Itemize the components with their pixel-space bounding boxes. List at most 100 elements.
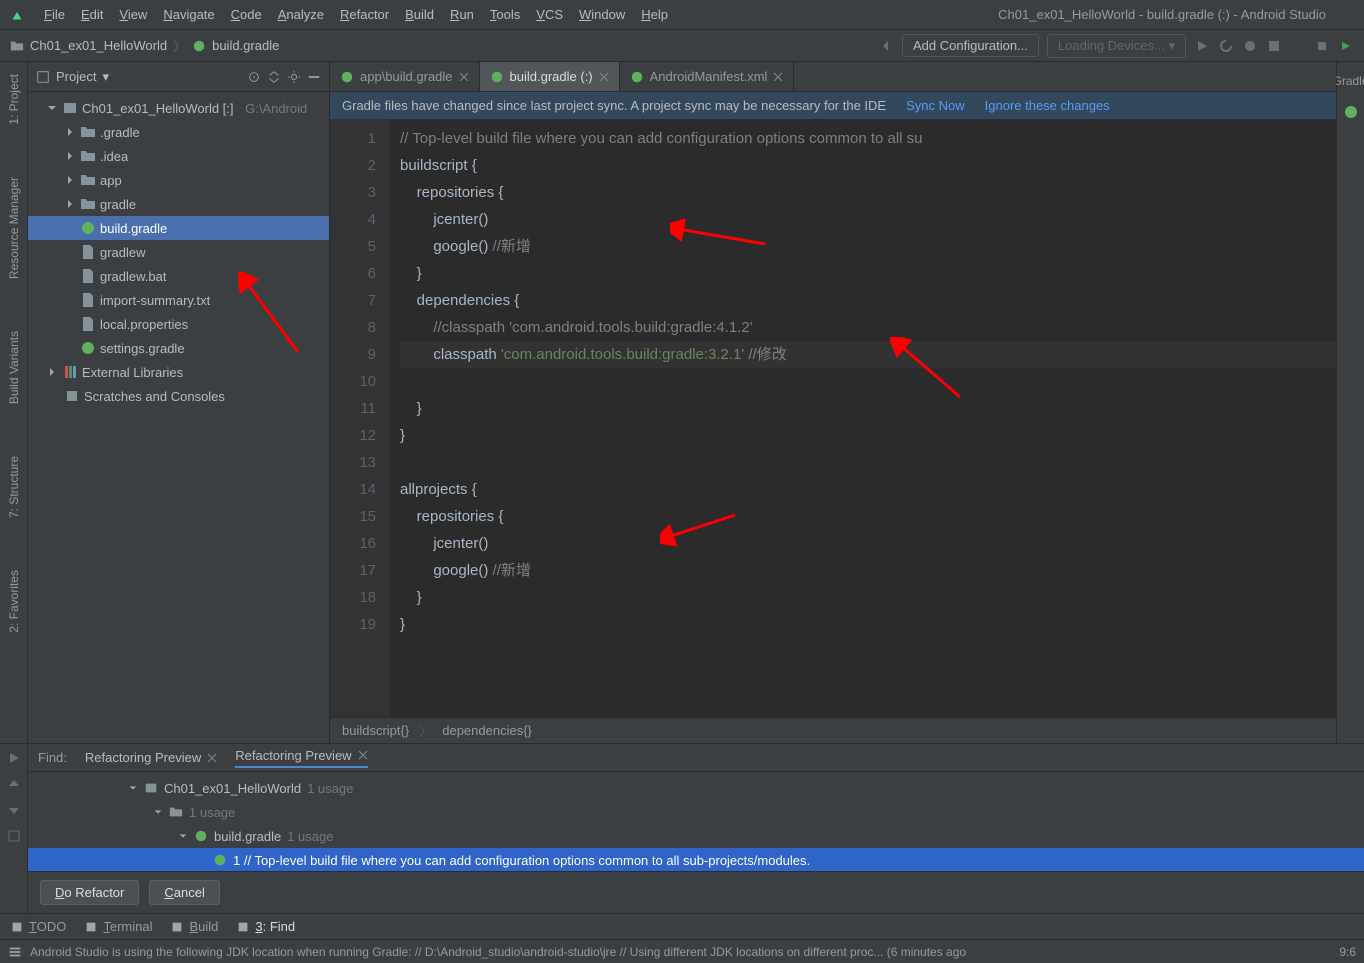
code-line[interactable]: } — [400, 265, 422, 282]
menu-file[interactable]: File — [36, 3, 73, 26]
tree-folder-.gradle[interactable]: .gradle — [28, 120, 329, 144]
tree-file-local-properties[interactable]: local.properties — [28, 312, 329, 336]
menu-window[interactable]: Window — [571, 3, 633, 26]
export-icon[interactable] — [6, 828, 22, 844]
editor-tab[interactable]: AndroidManifest.xml — [620, 62, 795, 91]
profile-icon[interactable] — [1266, 38, 1282, 54]
gutter[interactable]: 12345678910111213141516171819 — [330, 119, 390, 717]
code-line[interactable]: jcenter() — [400, 211, 488, 228]
code-text[interactable]: // Top-level build file where you can ad… — [390, 119, 1336, 717]
editor-tab[interactable]: app\build.gradle — [330, 62, 480, 91]
up-icon[interactable] — [6, 776, 22, 792]
code-line[interactable]: repositories { — [400, 184, 503, 201]
find-result-tab[interactable]: Refactoring Preview — [235, 748, 367, 768]
result-match[interactable]: 1 // Top-level build file where you can … — [28, 848, 1364, 871]
code-line[interactable]: repositories { — [400, 508, 503, 525]
tree-root[interactable]: Ch01_ex01_HelloWorld [:] G:\Android — [28, 96, 329, 120]
tree-file-settings-gradle[interactable]: settings.gradle — [28, 336, 329, 360]
tool-tab-project[interactable]: 1: Project — [7, 68, 21, 131]
status-icon[interactable] — [8, 945, 22, 959]
tree-file-import-summary-txt[interactable]: import-summary.txt — [28, 288, 329, 312]
menu-navigate[interactable]: Navigate — [155, 3, 222, 26]
tree-folder-gradle[interactable]: gradle — [28, 192, 329, 216]
code-line[interactable]: allprojects { — [400, 481, 477, 498]
expand-all-icon[interactable] — [267, 70, 281, 84]
code-line[interactable]: google() //新增 — [400, 562, 531, 579]
code-line[interactable]: //classpath 'com.android.tools.build:gra… — [400, 319, 753, 336]
caret-position[interactable]: 9:6 — [1339, 945, 1356, 959]
menu-refactor[interactable]: Refactor — [332, 3, 397, 26]
code-line[interactable]: buildscript { — [400, 157, 477, 174]
gradle-icon[interactable] — [1343, 104, 1359, 120]
tree-file-build-gradle[interactable]: build.gradle — [28, 216, 329, 240]
apply-changes-icon[interactable] — [1218, 38, 1234, 54]
sync-now-link[interactable]: Sync Now — [906, 98, 965, 113]
close-icon[interactable] — [599, 72, 609, 82]
attach-debugger-icon[interactable] — [1290, 38, 1306, 54]
result-dir[interactable]: 1 usage — [28, 800, 1364, 824]
tool-tab-structure[interactable]: 7: Structure — [7, 450, 21, 524]
code-line[interactable]: } — [400, 427, 405, 444]
sync-gradle-icon[interactable] — [1338, 38, 1354, 54]
menu-vcs[interactable]: VCS — [528, 3, 571, 26]
tree-folder-.idea[interactable]: .idea — [28, 144, 329, 168]
menu-build[interactable]: Build — [397, 3, 442, 26]
do-refactor-button[interactable]: DDo Refactoro Refactor — [40, 880, 139, 905]
tree-scratches[interactable]: Scratches and Consoles — [28, 384, 329, 408]
close-icon[interactable] — [358, 750, 368, 760]
tree-folder-app[interactable]: app — [28, 168, 329, 192]
tree-file-gradlew-bat[interactable]: gradlew.bat — [28, 264, 329, 288]
bottom-tab-todo[interactable]: TODO — [10, 919, 66, 934]
find-result-tab[interactable]: Refactoring Preview — [85, 748, 217, 768]
device-selector-combo[interactable]: Loading Devices... ▾ — [1047, 34, 1186, 58]
menu-code[interactable]: Code — [223, 3, 270, 26]
code-line[interactable]: dependencies { — [400, 292, 519, 309]
locate-icon[interactable] — [247, 70, 261, 84]
refactor-results-tree[interactable]: Ch01_ex01_HelloWorld 1 usage 1 usage bui… — [28, 772, 1364, 871]
ignore-changes-link[interactable]: Ignore these changes — [985, 98, 1110, 113]
code-line[interactable]: } — [400, 400, 422, 417]
dropdown-icon[interactable]: ▾ — [102, 69, 109, 85]
project-tree[interactable]: Ch01_ex01_HelloWorld [:] G:\Android .gra… — [28, 92, 329, 743]
close-icon[interactable] — [459, 72, 469, 82]
code-line[interactable]: // Top-level build file where you can ad… — [400, 130, 923, 147]
hide-icon[interactable] — [307, 70, 321, 84]
tool-tab-gradle[interactable]: Gradle — [1332, 68, 1364, 94]
tool-tab-build-variants[interactable]: Build Variants — [7, 325, 21, 410]
menu-tools[interactable]: Tools — [482, 3, 528, 26]
stop-icon[interactable] — [1314, 38, 1330, 54]
editor-tab[interactable]: build.gradle (:) — [480, 62, 620, 91]
code-line[interactable]: } — [400, 589, 422, 606]
tree-file-gradlew[interactable]: gradlew — [28, 240, 329, 264]
tree-external-libraries[interactable]: External Libraries — [28, 360, 329, 384]
bottom-tab-find[interactable]: 3: Find — [236, 919, 295, 934]
structure-breadcrumb[interactable]: buildscript{} 〉 dependencies{} — [330, 717, 1336, 743]
close-icon[interactable] — [207, 753, 217, 763]
code-line[interactable]: } — [400, 616, 405, 633]
code-line[interactable]: google() //新增 — [400, 238, 531, 255]
menu-run[interactable]: Run — [442, 3, 482, 26]
down-icon[interactable] — [6, 802, 22, 818]
breadcrumb[interactable]: Ch01_ex01_HelloWorld 〉 build.gradle — [10, 36, 279, 55]
bottom-tab-build[interactable]: Build — [170, 919, 218, 934]
code-editor[interactable]: 12345678910111213141516171819 // Top-lev… — [330, 119, 1336, 717]
run-icon[interactable] — [1194, 38, 1210, 54]
settings-icon[interactable] — [287, 70, 301, 84]
menu-analyze[interactable]: Analyze — [270, 3, 332, 26]
cancel-button[interactable]: Cancel — [149, 880, 219, 905]
back-icon[interactable] — [878, 38, 894, 54]
result-root[interactable]: Ch01_ex01_HelloWorld 1 usage — [28, 776, 1364, 800]
menu-help[interactable]: Help — [633, 3, 676, 26]
code-line[interactable]: classpath 'com.android.tools.build:gradl… — [400, 341, 1336, 368]
project-view-title[interactable]: Project — [56, 69, 96, 84]
menu-view[interactable]: View — [111, 3, 155, 26]
rerun-icon[interactable] — [6, 750, 22, 766]
debug-icon[interactable] — [1242, 38, 1258, 54]
menu-edit[interactable]: Edit — [73, 3, 111, 26]
tool-tab-resource-manager[interactable]: Resource Manager — [7, 171, 21, 285]
tool-tab-favorites[interactable]: 2: Favorites — [7, 564, 21, 639]
code-line[interactable]: jcenter() — [400, 535, 488, 552]
add-configuration-combo[interactable]: Add Configuration... — [902, 34, 1039, 57]
result-file[interactable]: build.gradle 1 usage — [28, 824, 1364, 848]
close-icon[interactable] — [773, 72, 783, 82]
